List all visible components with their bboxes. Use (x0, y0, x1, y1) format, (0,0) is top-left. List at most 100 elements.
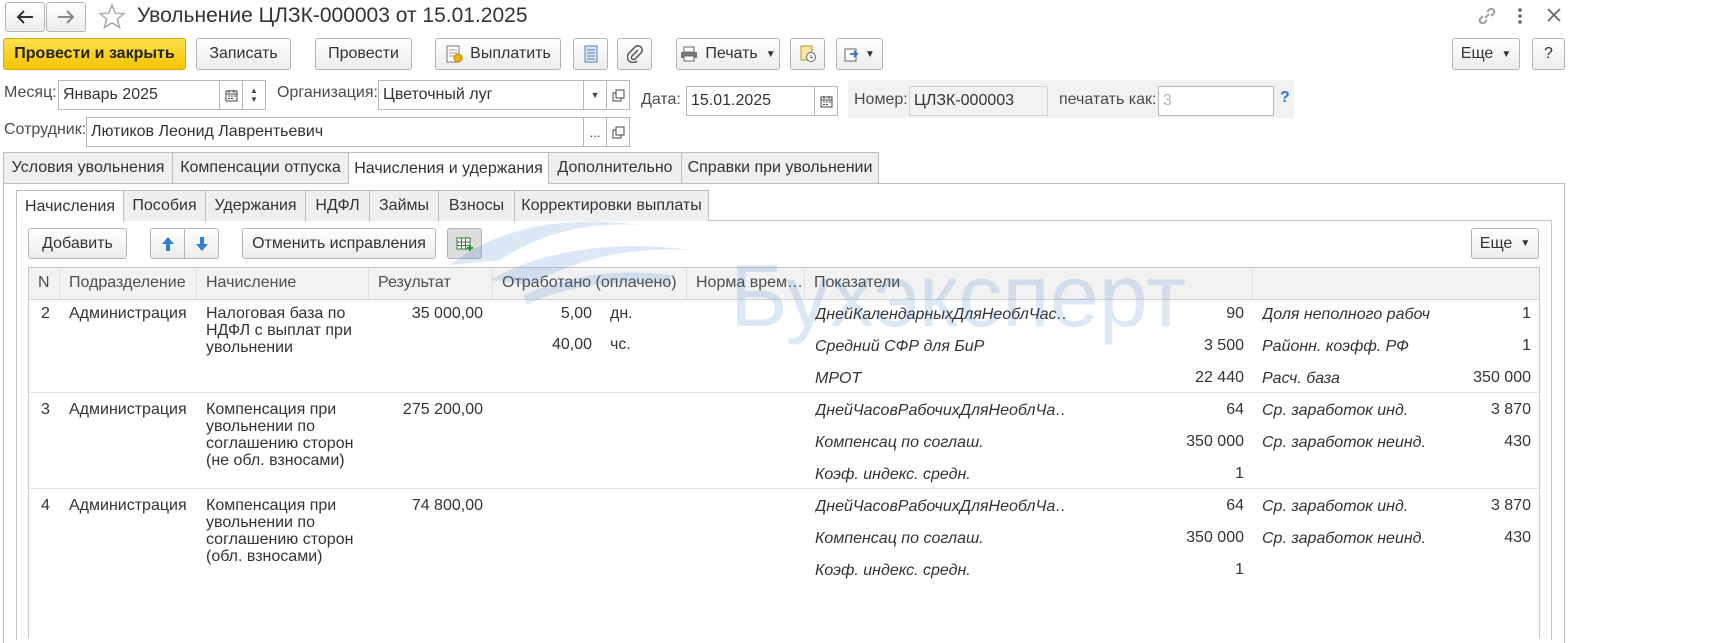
chevron-down-icon: ▼ (765, 48, 776, 60)
help-link[interactable]: ? (1280, 89, 1290, 107)
date-label: Дата: (641, 91, 681, 108)
tab-vacation-compensation[interactable]: Компенсации отпуска (172, 152, 349, 183)
indicator-value: 64 (1226, 401, 1244, 418)
table-settings-button[interactable] (447, 228, 482, 259)
window-title: Увольнение ЦЛЗК-000003 от 15.01.2025 (137, 4, 528, 27)
row-n: 2 (41, 305, 50, 322)
employee-open-button[interactable] (606, 117, 630, 147)
organization-open-button[interactable] (606, 80, 630, 110)
attach-button[interactable] (617, 38, 652, 70)
col-result[interactable]: Результат (369, 268, 493, 300)
subtab-contributions[interactable]: Взносы (438, 190, 515, 221)
month-stepper[interactable]: ▲ ▼ (242, 80, 266, 110)
tab-accruals-deductions[interactable]: Начисления и удержания (348, 152, 549, 184)
more-vertical-icon[interactable] (1516, 6, 1524, 31)
create-based-button[interactable]: ▼ (836, 38, 883, 70)
chevron-down-icon: ▼ (1520, 238, 1531, 249)
cancel-corrections-button[interactable]: Отменить исправления (242, 228, 436, 259)
open-icon (612, 126, 624, 138)
print-button[interactable]: Печать ▼ (676, 38, 780, 70)
indicator-value: 430 (1504, 529, 1531, 546)
row-accrual-line: (не обл. взносами) (206, 452, 345, 469)
stepper-down-icon: ▼ (250, 95, 258, 104)
post-button[interactable]: Провести (315, 38, 412, 70)
subtab-accruals[interactable]: Начисления (16, 190, 124, 222)
table-row[interactable]: 4 Администрация Компенсация при увольнен… (29, 493, 1539, 638)
row-accrual-line: увольнении по (206, 514, 315, 531)
help-button[interactable]: ? (1532, 38, 1565, 70)
col-department[interactable]: Подразделение (60, 268, 197, 300)
print-as-label: печатать как: (1059, 91, 1157, 108)
back-button[interactable] (5, 2, 45, 32)
employee-label: Сотрудник: (4, 121, 87, 138)
indicator-value: 350 000 (1186, 529, 1244, 546)
print-button-label: Печать (705, 45, 758, 62)
indicator-name: ДнейЧасовРабочихДляНеоблЧа… (815, 498, 1065, 515)
print-as-field[interactable]: 3 (1158, 86, 1274, 116)
subtab-loans[interactable]: Займы (369, 190, 439, 221)
subtab-benefits[interactable]: Пособия (123, 190, 206, 221)
calendar-icon (225, 89, 237, 101)
indicator-name: Ср. заработок неинд. (1262, 530, 1426, 547)
indicator-name: Коэф. индекс. средн. (815, 466, 971, 483)
indicator-name: Ср. заработок инд. (1262, 402, 1409, 419)
post-and-close-button[interactable]: Провести и закрыть (3, 38, 186, 70)
col-n[interactable]: N (29, 268, 60, 300)
subtab-deductions[interactable]: Удержания (205, 190, 306, 221)
row-divider (29, 392, 1539, 393)
move-down-button[interactable] (184, 228, 219, 259)
register-list-button[interactable] (573, 38, 608, 70)
arrow-down-icon (195, 236, 208, 251)
row-accrual-line: (обл. взносами) (206, 548, 323, 565)
row-result: 74 800,00 (411, 497, 483, 514)
chevron-down-icon: ▼ (865, 48, 875, 60)
row-accrual-line: Налоговая база по (206, 305, 346, 322)
arrow-left-icon (16, 10, 33, 24)
indicator-value: 1 (1235, 465, 1244, 482)
date-calendar-button[interactable] (814, 86, 838, 116)
organization-field[interactable]: Цветочный луг (378, 80, 584, 110)
indicator-name: Доля неполного рабоч (1262, 306, 1430, 323)
tab-additional[interactable]: Дополнительно (548, 152, 682, 183)
indicator-value: 430 (1504, 433, 1531, 450)
subtab-payment-corrections[interactable]: Корректировки выплаты (514, 190, 709, 221)
chevron-down-icon: ▼ (590, 90, 600, 100)
table-row[interactable]: 2 Администрация Налоговая база по НДФЛ с… (29, 301, 1539, 396)
number-field[interactable]: ЦЛЗК-000003 (909, 86, 1048, 116)
save-button[interactable]: Записать (196, 38, 291, 70)
indicator-name: Ср. заработок неинд. (1262, 434, 1426, 451)
employee-select-button[interactable]: ... (583, 117, 607, 147)
employee-field[interactable]: Лютиков Леонид Лаврентьевич (86, 117, 584, 147)
calendar-button[interactable] (219, 80, 243, 110)
pay-button[interactable]: Выплатить (435, 38, 561, 70)
organization-dropdown-button[interactable]: ▼ (583, 80, 607, 110)
indicator-value: 1 (1235, 561, 1244, 578)
close-icon[interactable] (1545, 6, 1563, 29)
indicator-value: 3 870 (1490, 401, 1531, 418)
indicator-name: Компенсац по соглаш. (815, 434, 984, 451)
subtab-ndfl[interactable]: НДФЛ (305, 190, 370, 221)
add-button[interactable]: Добавить (28, 228, 127, 259)
forward-button[interactable] (46, 2, 86, 32)
col-accrual[interactable]: Начисление (197, 268, 369, 300)
col-indicators-extra[interactable] (1253, 268, 1539, 300)
report-button[interactable] (790, 38, 825, 70)
col-worked[interactable]: Отработано (оплачено) (493, 268, 687, 300)
table-row[interactable]: 3 Администрация Компенсация при увольнен… (29, 397, 1539, 492)
date-field[interactable]: 15.01.2025 (686, 86, 815, 116)
col-indicators[interactable]: Показатели (805, 268, 1253, 300)
link-icon[interactable] (1476, 5, 1498, 32)
table-more-button[interactable]: Еще ▼ (1471, 228, 1539, 259)
tab-dismissal-conditions[interactable]: Условия увольнения (3, 152, 173, 183)
col-norm[interactable]: Норма врем… (687, 268, 805, 300)
month-field[interactable]: Январь 2025 (58, 80, 220, 110)
table-header: N Подразделение Начисление Результат Отр… (29, 268, 1539, 300)
indicator-name: Расч. база (1262, 370, 1340, 387)
more-button[interactable]: Еще ▼ (1452, 38, 1520, 70)
tab-certificates[interactable]: Справки при увольнении (681, 152, 879, 183)
favorite-star-icon[interactable] (97, 2, 127, 35)
row-accrual-line: соглашению сторон (206, 435, 354, 452)
document-clock-icon (800, 45, 816, 62)
row-divider (29, 488, 1539, 489)
move-up-button[interactable] (150, 228, 185, 259)
